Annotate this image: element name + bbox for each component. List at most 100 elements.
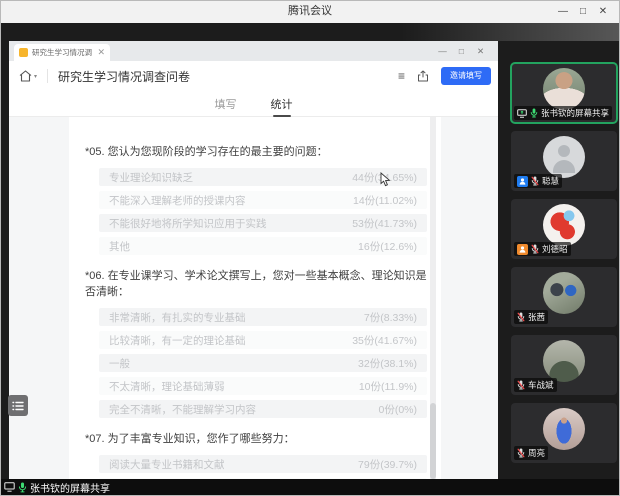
participant-tile[interactable]: 车战斌: [511, 335, 617, 395]
screen-share-icon: [4, 482, 15, 492]
browser-close-button[interactable]: ✕: [471, 41, 490, 61]
option-label: 一般: [109, 356, 130, 371]
option-value: 44份(34.65%): [352, 170, 417, 185]
options-list: 专业理论知识缺乏 44份(34.65%) 不能深入理解老师的授课内容 14份(1…: [85, 168, 427, 255]
options-list: 阅读大量专业书籍和文献 79份(39.7%) 参加学术讲座 47份(23.62%…: [85, 455, 427, 481]
participant-name: 张茜: [528, 311, 545, 323]
minimize-button[interactable]: —: [553, 1, 573, 22]
tab-fill[interactable]: 填写: [215, 96, 237, 112]
question-block-06: *06. 在专业课学习、学术论文撰写上，您对一些基本概念、理论知识是否清晰： 非…: [85, 267, 427, 418]
browser-maximize-button[interactable]: □: [452, 41, 471, 61]
option-row[interactable]: 比较清晰，有一定的理论基础 35份(41.67%): [99, 331, 427, 349]
list-icon: [12, 401, 24, 411]
mic-on-icon: [18, 482, 27, 493]
option-value: 16份(12.6%): [358, 239, 417, 254]
browser-tabstrip: 研究生学习情况调查问卷 ✕ — □ ✕: [9, 41, 498, 61]
mic-muted-icon: [517, 312, 525, 322]
options-list: 非常清晰，有扎实的专业基础 7份(8.33%) 比较清晰，有一定的理论基础 35…: [85, 308, 427, 418]
question-title: *05. 您认为您现阶段的学习存在的最主要的问题：: [85, 143, 427, 159]
menu-icon[interactable]: ≡: [398, 69, 405, 83]
window-title: 腾讯会议: [1, 1, 619, 22]
participant-tile[interactable]: 周亮: [511, 403, 617, 463]
participant-name: 刘德昭: [542, 243, 568, 255]
question-title: *07. 为了丰富专业知识，您作了哪些努力：: [85, 430, 427, 446]
question-title: *06. 在专业课学习、学术论文撰写上，您对一些基本概念、理论知识是否清晰：: [85, 267, 427, 299]
participant-label: 周亮: [514, 446, 548, 460]
tab-favicon-icon: [19, 48, 28, 57]
share-icon[interactable]: [417, 70, 429, 82]
avatar: [543, 272, 585, 314]
tab-statistics[interactable]: 统计: [271, 96, 293, 112]
avatar: [543, 408, 585, 450]
option-value: 10份(11.9%): [359, 379, 417, 394]
survey-nav-tabs: 填写 统计: [9, 91, 498, 117]
option-label: 不能深入理解老师的授课内容: [109, 193, 246, 208]
titlebar: 腾讯会议 — □ ✕: [1, 1, 619, 24]
option-label: 其他: [109, 239, 130, 254]
option-label: 完全不清晰，不能理解学习内容: [109, 402, 256, 417]
browser-tab[interactable]: 研究生学习情况调查问卷 ✕: [14, 44, 110, 61]
participant-name: 车战斌: [528, 379, 554, 391]
option-value: 7份(8.33%): [364, 310, 417, 325]
member-badge-icon: [517, 176, 528, 187]
scrollbar-thumb[interactable]: [430, 403, 436, 479]
invite-fill-button[interactable]: 邀请填写: [441, 67, 491, 85]
maximize-button[interactable]: □: [573, 1, 593, 22]
question-block-07: *07. 为了丰富专业知识，您作了哪些努力： 阅读大量专业书籍和文献 79份(3…: [85, 430, 427, 481]
option-label: 阅读大量专业书籍和文献: [109, 457, 225, 472]
participant-label: 张茜: [514, 310, 548, 324]
chevron-down-icon: ▾: [34, 73, 37, 80]
mic-muted-icon: [531, 244, 539, 254]
option-row[interactable]: 完全不清晰，不能理解学习内容 0份(0%): [99, 400, 427, 418]
option-value: 35份(41.67%): [352, 333, 417, 348]
participant-tile[interactable]: 聪慧: [511, 131, 617, 191]
browser-toolbar: ▾ 研究生学习情况调查问卷 ≡ 邀请填写: [9, 61, 498, 91]
option-row[interactable]: 不能很好地将所学知识应用于实践 53份(41.73%): [99, 214, 427, 232]
option-row[interactable]: 非常清晰，有扎实的专业基础 7份(8.33%): [99, 308, 427, 326]
option-value: 53份(41.73%): [352, 216, 417, 231]
tab-close-icon[interactable]: ✕: [97, 48, 105, 57]
home-control[interactable]: ▾: [19, 70, 37, 82]
option-label: 专业理论知识缺乏: [109, 170, 193, 185]
tencent-meeting-window: 腾讯会议 — □ ✕ 研究生学习情况调查问卷 ✕ — □ ✕: [0, 0, 620, 496]
participant-name: 聪慧: [542, 175, 559, 187]
participant-label: 张书钦的屏幕共享: [514, 106, 612, 120]
participant-name: 张书钦的屏幕共享: [541, 107, 609, 119]
mic-muted-icon: [517, 448, 525, 458]
option-row[interactable]: 一般 32份(38.1%): [99, 354, 427, 372]
question-list-button[interactable]: [8, 395, 28, 416]
stage-gradient: [401, 23, 620, 41]
member-badge-icon: [517, 244, 528, 255]
page-title: 研究生学习情况调查问卷: [58, 68, 190, 85]
survey-content: *05. 您认为您现阶段的学习存在的最主要的问题： 专业理论知识缺乏 44份(3…: [9, 117, 498, 481]
option-row[interactable]: 其他 16份(12.6%): [99, 237, 427, 255]
share-banner: 张书钦的屏幕共享: [1, 479, 620, 495]
mic-on-icon: [530, 108, 538, 118]
share-banner-text: 张书钦的屏幕共享: [30, 480, 110, 495]
close-button[interactable]: ✕: [593, 1, 613, 22]
option-row[interactable]: 专业理论知识缺乏 44份(34.65%): [99, 168, 427, 186]
mic-muted-icon: [517, 380, 525, 390]
option-value: 0份(0%): [378, 402, 417, 417]
option-label: 比较清晰，有一定的理论基础: [109, 333, 246, 348]
participant-tile[interactable]: 张书钦的屏幕共享: [511, 63, 617, 123]
mic-muted-icon: [531, 176, 539, 186]
option-row[interactable]: 不太清晰，理论基础薄弱 10份(11.9%): [99, 377, 427, 395]
tab-title: 研究生学习情况调查问卷: [32, 47, 92, 58]
screen-share-icon: [517, 109, 527, 118]
avatar: [543, 204, 585, 246]
question-block-05: *05. 您认为您现阶段的学习存在的最主要的问题： 专业理论知识缺乏 44份(3…: [85, 143, 427, 255]
participant-tile[interactable]: 刘德昭: [511, 199, 617, 259]
option-row[interactable]: 阅读大量专业书籍和文献 79份(39.7%): [99, 455, 427, 473]
home-icon: [19, 70, 32, 82]
window-controls: — □ ✕: [553, 1, 613, 22]
option-row[interactable]: 不能深入理解老师的授课内容 14份(11.02%): [99, 191, 427, 209]
avatar: [543, 340, 585, 382]
option-value: 32份(38.1%): [358, 356, 417, 371]
browser-minimize-button[interactable]: —: [433, 41, 452, 61]
participant-tile[interactable]: 张茜: [511, 267, 617, 327]
participant-name: 周亮: [528, 447, 545, 459]
shared-browser-window: 研究生学习情况调查问卷 ✕ — □ ✕ ▾ 研究生学习情况调查问卷 ≡: [9, 41, 498, 481]
avatar: [543, 68, 585, 110]
toolbar-divider: [47, 69, 48, 83]
